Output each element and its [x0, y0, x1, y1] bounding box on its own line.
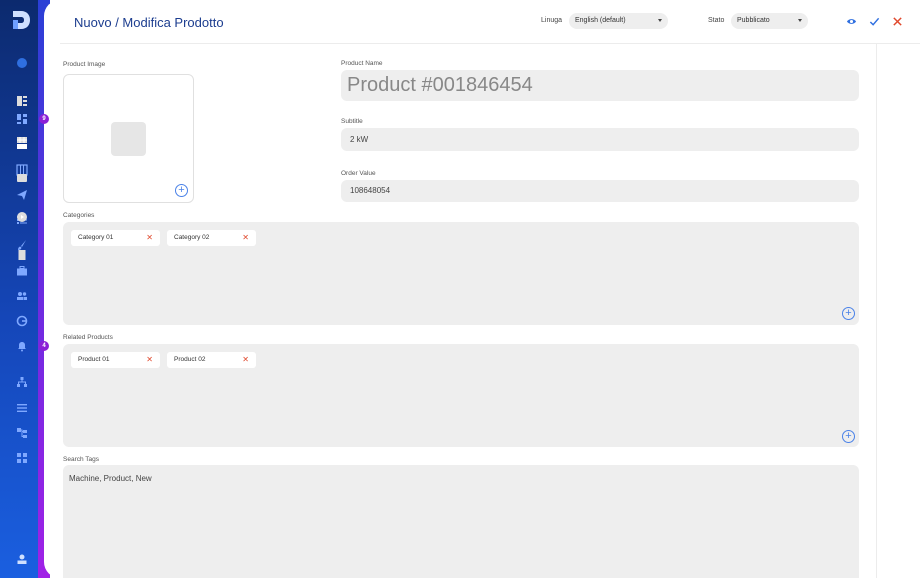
right-toolbar — [876, 44, 920, 578]
chevron-down-icon — [798, 19, 802, 22]
product-chip: Product 01 ✕ — [71, 352, 160, 368]
product-name-label: Product Name — [341, 60, 383, 67]
chip-label: Product 02 — [174, 356, 206, 363]
add-product-icon[interactable]: + — [842, 430, 855, 443]
hierarchy-icon[interactable] — [0, 373, 44, 391]
language-label: Linuga — [541, 17, 563, 24]
notification-badge: 4 — [39, 341, 49, 351]
dashboard-icon[interactable] — [0, 110, 44, 128]
layout-icon[interactable] — [16, 95, 28, 107]
status-select[interactable]: Pubblicato — [731, 13, 808, 29]
remove-icon[interactable]: ✕ — [146, 352, 153, 368]
product-image-dropzone[interactable]: + — [63, 74, 194, 203]
order-value-input[interactable]: 108648054 — [341, 180, 859, 202]
add-image-icon[interactable]: + — [175, 184, 188, 197]
save-button[interactable] — [867, 14, 881, 28]
product-chip: Product 02 ✕ — [167, 352, 256, 368]
content-edge — [44, 0, 60, 578]
document-icon[interactable] — [16, 249, 28, 261]
category-chip: Category 02 ✕ — [167, 230, 256, 246]
order-value-label: Order Value — [341, 170, 376, 177]
categories-box[interactable]: Category 01 ✕ Category 02 ✕ + — [63, 222, 859, 325]
add-category-icon[interactable]: + — [842, 307, 855, 320]
grid-icon[interactable] — [16, 134, 28, 146]
language-select[interactable]: English (default) — [569, 13, 668, 29]
chip-label: Product 01 — [78, 356, 110, 363]
bell-icon[interactable] — [0, 337, 44, 355]
product-name-input[interactable]: Product #001846454 — [341, 70, 859, 101]
users-icon[interactable] — [0, 287, 44, 305]
related-products-box[interactable]: Product 01 ✕ Product 02 ✕ + — [63, 344, 859, 447]
info-dot-icon[interactable] — [16, 57, 28, 69]
related-products-label: Related Products — [63, 334, 113, 341]
status-value: Pubblicato — [737, 17, 770, 24]
status-label: Stato — [708, 17, 725, 24]
product-image-label: Product Image — [63, 61, 106, 68]
check-icon — [869, 17, 879, 26]
analytics-icon[interactable] — [0, 312, 44, 330]
menu-icon[interactable] — [0, 399, 44, 417]
sitemap-icon[interactable] — [0, 424, 44, 442]
preview-button[interactable] — [844, 14, 858, 28]
remove-icon[interactable]: ✕ — [242, 230, 249, 246]
send-icon[interactable] — [0, 186, 44, 204]
eye-icon — [846, 18, 856, 24]
chevron-down-icon — [658, 19, 662, 22]
chip-label: Category 02 — [174, 234, 210, 241]
briefcase-icon[interactable] — [0, 262, 44, 280]
language-value: English (default) — [575, 17, 626, 24]
search-tags-label: Search Tags — [63, 456, 100, 463]
play-icon[interactable] — [16, 211, 28, 223]
page-title: Nuovo / Modifica Prodotto — [74, 15, 224, 30]
notification-badge: 9 — [39, 114, 49, 124]
close-icon — [892, 16, 902, 26]
subtitle-input[interactable]: 2 kW — [341, 128, 859, 151]
category-chip: Category 01 ✕ — [71, 230, 160, 246]
widgets-icon[interactable] — [0, 449, 44, 467]
close-button[interactable] — [890, 14, 904, 28]
subtitle-label: Subtitle — [341, 118, 363, 125]
app-logo[interactable] — [10, 9, 32, 31]
chip-label: Category 01 — [78, 234, 114, 241]
image-placeholder — [111, 122, 146, 156]
search-tags-input[interactable]: Machine, Product, New — [63, 465, 859, 578]
user-profile-icon[interactable] — [0, 550, 44, 568]
categories-label: Categories — [63, 212, 95, 219]
image-icon[interactable] — [16, 172, 28, 184]
remove-icon[interactable]: ✕ — [242, 352, 249, 368]
remove-icon[interactable]: ✕ — [146, 230, 153, 246]
